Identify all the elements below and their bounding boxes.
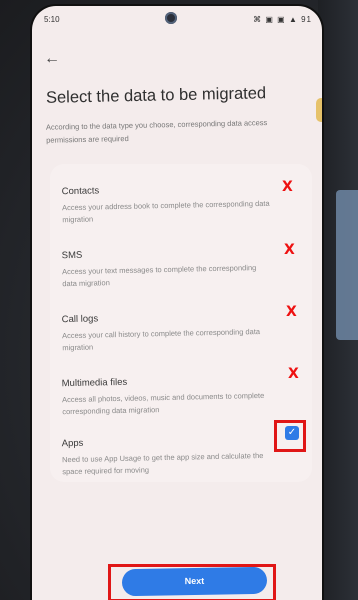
list-item-apps[interactable]: Apps Need to use App Usage to get the ap… xyxy=(62,434,273,478)
data-type-list: Contacts Access your address book to com… xyxy=(50,164,312,482)
page-subtitle: According to the data type you choose, c… xyxy=(45,118,268,145)
unselected-mark: X xyxy=(284,242,295,258)
list-item-description: Need to use App Usage to get the app siz… xyxy=(61,450,264,477)
side-handle xyxy=(316,98,322,122)
list-item-title: SMS xyxy=(61,249,83,262)
status-time: 5:10 xyxy=(44,15,60,24)
unselected-mark: X xyxy=(286,304,297,320)
back-arrow-icon[interactable]: ← xyxy=(44,50,60,68)
list-item-description: Access all photos, videos, music and doc… xyxy=(61,390,265,417)
list-item-title: Contacts xyxy=(61,185,100,198)
list-item-description: Access your text messages to complete th… xyxy=(61,263,257,289)
unselected-mark: X xyxy=(288,366,299,382)
list-item-title: Multimedia files xyxy=(61,376,128,390)
background-device-screen xyxy=(336,190,358,340)
page-title: Select the data to be migrated xyxy=(45,84,267,107)
list-item-multimedia[interactable]: Multimedia files Access all photos, vide… xyxy=(62,374,273,418)
list-item-call-logs[interactable]: Call logs Access your call history to co… xyxy=(62,310,273,354)
list-item-contacts[interactable]: Contacts Access your address book to com… xyxy=(62,182,273,226)
status-icons: ⌘ ▣ ▣ ▲ 91 xyxy=(253,15,312,24)
list-item-title: Call logs xyxy=(61,313,99,326)
status-bar: 5:10 ⌘ ▣ ▣ ▲ 91 xyxy=(32,6,322,32)
list-item-sms[interactable]: SMS Access your text messages to complet… xyxy=(62,246,273,290)
apps-checkbox[interactable]: ✓ xyxy=(285,426,299,440)
unselected-mark: X xyxy=(282,179,293,195)
next-button[interactable]: Next xyxy=(121,566,268,597)
front-camera-icon xyxy=(165,12,177,24)
phone-screen: 5:10 ⌘ ▣ ▣ ▲ 91 ← Select the data to be … xyxy=(32,6,322,600)
list-item-title: Apps xyxy=(61,437,84,450)
list-item-description: Access your call history to complete the… xyxy=(61,327,261,353)
list-item-description: Access your address book to complete the… xyxy=(61,198,270,225)
